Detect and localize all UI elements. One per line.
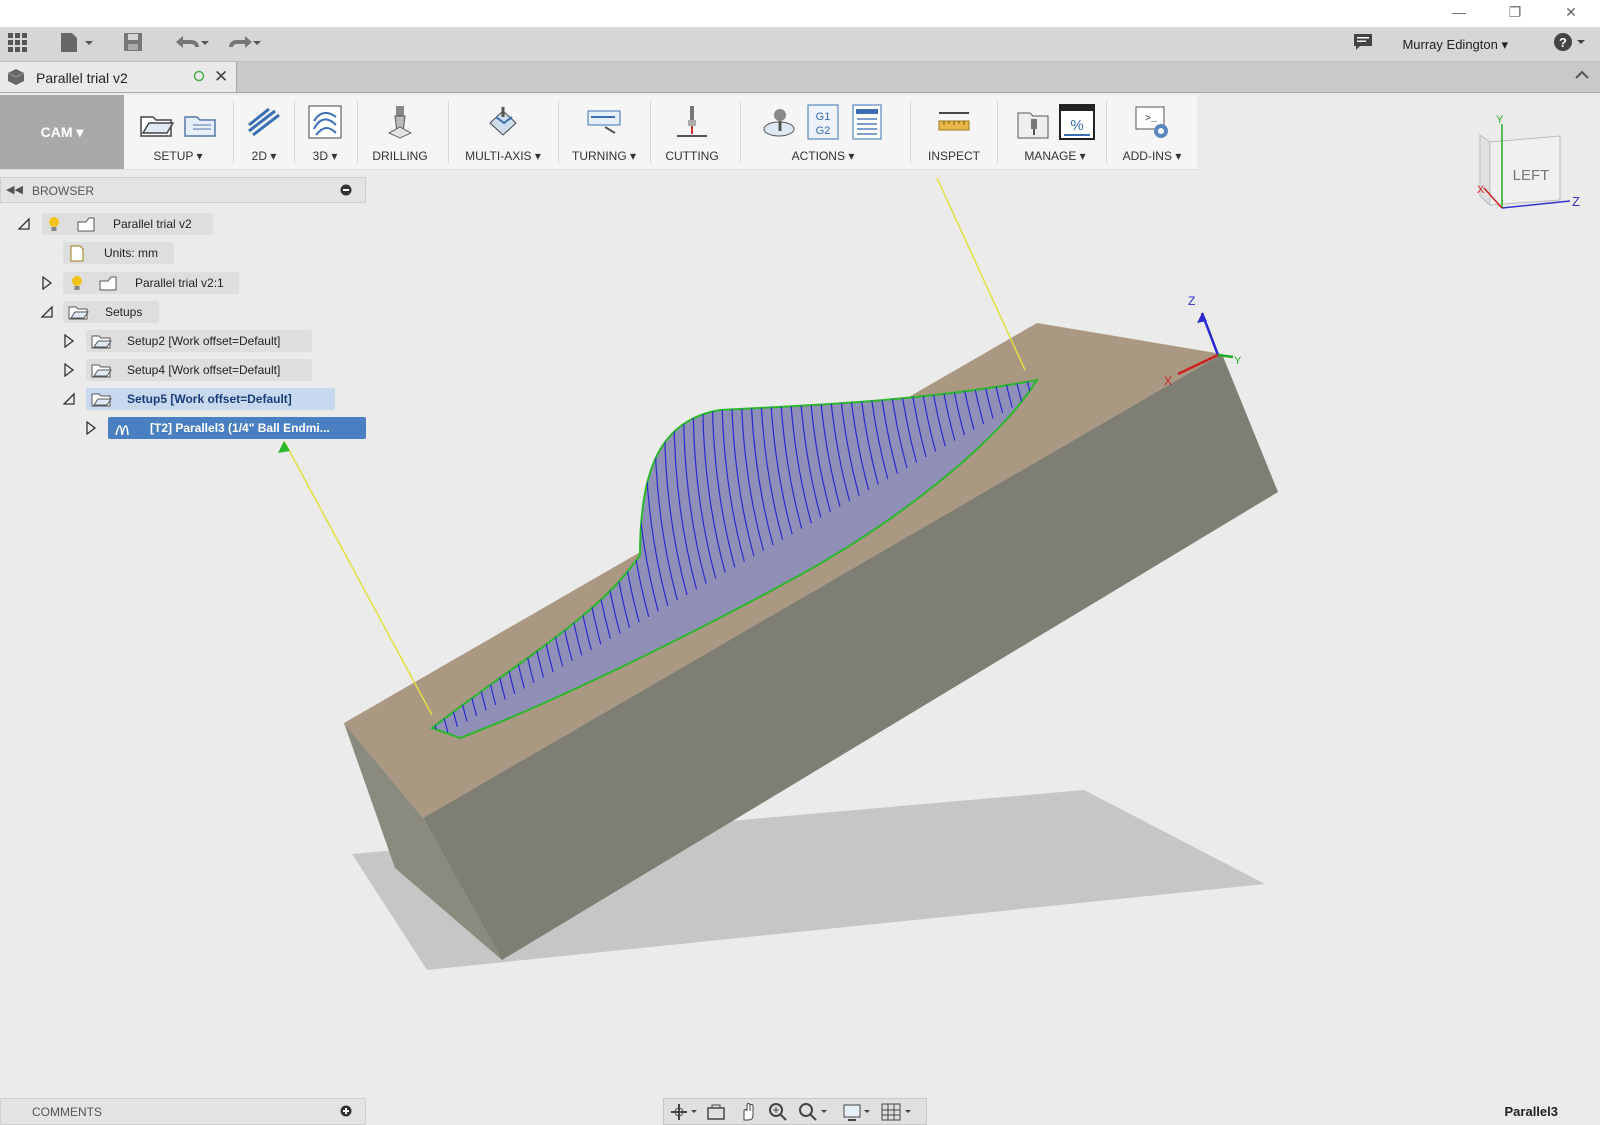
component-icon [77, 217, 95, 232]
tree-node-label: Setup4 [Work offset=Default] [127, 363, 281, 377]
look-at-icon[interactable] [706, 1103, 726, 1124]
triad-z-label: Z [1188, 294, 1195, 308]
viewcube-y-label: Y [1496, 114, 1504, 126]
zoom-window-icon[interactable] [798, 1102, 830, 1125]
minimize-icon[interactable]: — [1436, 0, 1482, 27]
comments-icon[interactable] [1352, 31, 1374, 57]
collapsed-arrow-icon[interactable] [84, 421, 98, 435]
setup-icon [91, 393, 112, 407]
collapsed-arrow-icon[interactable] [62, 363, 76, 377]
restore-icon[interactable]: ❐ [1492, 0, 1538, 27]
tree-node-setup5[interactable]: Setup5 [Work offset=Default] [0, 388, 366, 410]
add-comment-icon[interactable] [340, 1105, 352, 1120]
save-icon[interactable] [122, 31, 144, 57]
visibility-bulb-icon[interactable] [47, 216, 61, 232]
user-menu[interactable]: Murray Edington ▾ [1402, 37, 1508, 53]
redo-icon[interactable] [222, 31, 262, 57]
lead-in-line [936, 177, 1026, 371]
document-tab[interactable]: Parallel trial v2 ✕ [0, 62, 237, 92]
tree-node-units[interactable]: Units: mm [0, 242, 366, 264]
close-tab-icon[interactable]: ✕ [214, 67, 228, 87]
close-icon[interactable]: ✕ [1548, 0, 1594, 27]
design-document-icon [6, 68, 26, 89]
collapsed-arrow-icon[interactable] [62, 334, 76, 348]
document-title: Parallel trial v2 [36, 70, 128, 86]
expanded-arrow-icon[interactable] [17, 217, 31, 231]
setup-icon [91, 364, 112, 378]
window-title-bar: — ❐ ✕ [0, 0, 1600, 27]
user-name: Murray Edington [1402, 37, 1498, 52]
parallel-toolpath-icon [115, 425, 129, 436]
selected-operation-status: Parallel3 [1504, 1104, 1559, 1119]
svg-text:?: ? [1559, 35, 1567, 50]
component-icon [99, 276, 117, 291]
tree-node-parallel3-operation[interactable]: [T2] Parallel3 (1/4" Ball Endmi... [0, 417, 366, 439]
grid-settings-icon[interactable] [880, 1102, 916, 1125]
lead-out-line [283, 440, 433, 716]
pan-icon[interactable] [738, 1102, 758, 1125]
tree-node-label: Setup2 [Work offset=Default] [127, 334, 281, 348]
tree-node-label: Setups [105, 305, 143, 319]
tree-node-model[interactable]: Parallel trial v2:1 [0, 272, 366, 294]
tree-node-label: Setup5 [Work offset=Default] [127, 392, 292, 406]
collapse-ribbon-icon[interactable] [1574, 68, 1590, 85]
orbit-icon[interactable] [670, 1103, 700, 1124]
document-settings-icon [70, 245, 84, 262]
data-panel-grid-icon[interactable] [7, 31, 29, 57]
help-icon[interactable]: ? [1552, 31, 1590, 57]
comments-panel[interactable]: COMMENTS [0, 1098, 366, 1125]
browser-header[interactable]: ◀◀ BROWSER [0, 177, 366, 203]
undo-icon[interactable] [170, 31, 210, 57]
triad-y-label: Y [1234, 355, 1242, 367]
tree-node-label: Parallel trial v2 [113, 217, 192, 231]
collapse-browser-icon[interactable]: ◀◀ [6, 183, 23, 196]
expanded-arrow-icon[interactable] [62, 392, 76, 406]
document-tab-bar: Parallel trial v2 ✕ [0, 62, 1600, 93]
comments-title: COMMENTS [32, 1105, 102, 1119]
tree-node-setup2[interactable]: Setup2 [Work offset=Default] [0, 330, 366, 352]
application-bar: Murray Edington ▾ ? [0, 27, 1600, 62]
collapsed-arrow-icon[interactable] [40, 276, 54, 290]
zoom-icon[interactable] [768, 1102, 788, 1125]
tree-node-document[interactable]: Parallel trial v2 [0, 213, 366, 235]
tree-node-label: Units: mm [104, 246, 158, 260]
setups-folder-icon [68, 306, 89, 320]
display-settings-icon[interactable] [842, 1102, 874, 1125]
triad-x-label: X [1164, 374, 1172, 388]
browser-minimize-icon[interactable] [340, 184, 352, 199]
navigation-bar [663, 1098, 927, 1125]
start-point-marker [278, 441, 290, 453]
visibility-bulb-icon[interactable] [70, 275, 84, 291]
setup-icon [91, 335, 112, 349]
tree-node-label: [T2] Parallel3 (1/4" Ball Endmi... [150, 421, 330, 435]
view-cube[interactable]: LEFT Y X Z [1477, 114, 1580, 209]
tree-node-label: Parallel trial v2:1 [135, 276, 224, 290]
tree-node-setup4[interactable]: Setup4 [Work offset=Default] [0, 359, 366, 381]
browser-title: BROWSER [32, 184, 95, 198]
expanded-arrow-icon[interactable] [40, 305, 54, 319]
viewcube-face-label: LEFT [1513, 167, 1550, 184]
viewcube-x-label: X [1477, 184, 1485, 196]
file-menu-icon[interactable] [58, 31, 96, 57]
viewcube-z-label: Z [1572, 194, 1580, 209]
tree-node-setups[interactable]: Setups [0, 301, 366, 323]
save-status-icon [193, 69, 205, 86]
